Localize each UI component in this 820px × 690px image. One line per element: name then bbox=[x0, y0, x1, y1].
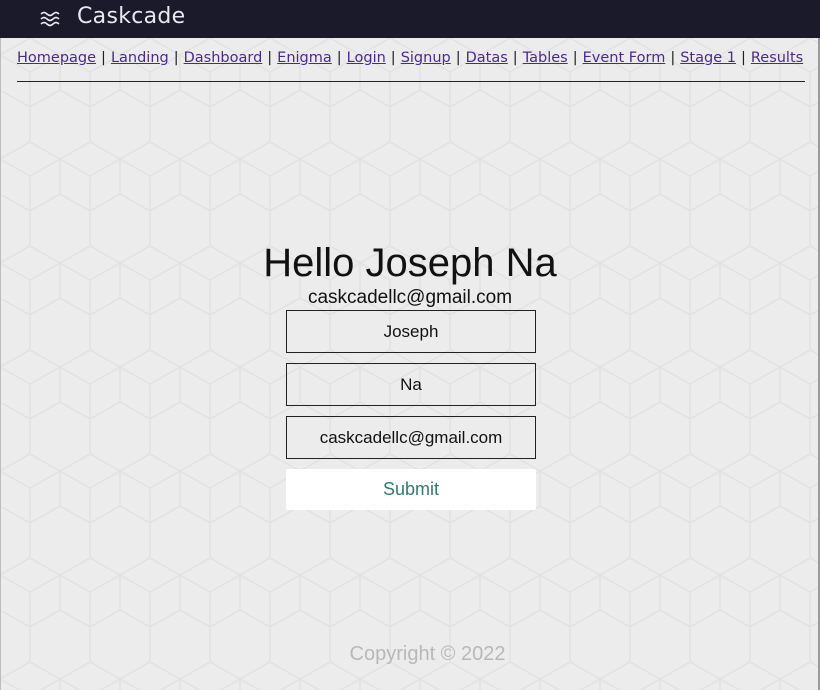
nav-link-login[interactable]: Login bbox=[347, 50, 386, 66]
nav-separator: | bbox=[670, 50, 676, 66]
nav-separator: | bbox=[267, 50, 273, 66]
nav-separator: | bbox=[740, 50, 746, 66]
greeting-heading: Hello Joseph Na bbox=[263, 241, 557, 285]
nav-divider bbox=[17, 81, 805, 82]
nav-link-datas[interactable]: Datas bbox=[466, 50, 508, 66]
nav-separator: | bbox=[101, 50, 106, 66]
nav-bar: Homepage | Landing | Dashboard | Enigma | Login |… bbox=[17, 50, 805, 66]
nav-separator: | bbox=[173, 50, 179, 66]
nav-separator: | bbox=[572, 50, 578, 66]
nav-link-tables[interactable]: Tables bbox=[523, 50, 568, 66]
email-field[interactable] bbox=[286, 416, 536, 459]
window-edge-left bbox=[0, 38, 1, 690]
user-email-text: caskcadellc@gmail.com bbox=[307, 287, 513, 308]
nav-separator: | bbox=[512, 50, 518, 66]
nav-link-landing[interactable]: Landing bbox=[111, 50, 169, 66]
first-name-field[interactable] bbox=[286, 310, 536, 353]
nav-separator: | bbox=[336, 50, 342, 66]
copyright-text: Copyright © 2022 bbox=[349, 643, 506, 665]
nav-link-homepage[interactable]: Homepage bbox=[17, 50, 96, 66]
nav-link-event-form[interactable]: Event Form bbox=[583, 50, 666, 66]
nav-link-dashboard[interactable]: Dashboard bbox=[184, 50, 263, 66]
nav-separator: | bbox=[390, 50, 396, 66]
last-name-field[interactable] bbox=[286, 363, 536, 406]
nav-link-enigma[interactable]: Enigma bbox=[277, 50, 332, 66]
nav-link-signup[interactable]: Signup bbox=[401, 50, 451, 66]
brand-name[interactable]: Caskcade bbox=[77, 4, 186, 29]
waves-icon bbox=[40, 11, 60, 27]
nav-link-results[interactable]: Results bbox=[751, 50, 803, 66]
nav-link-stage-1[interactable]: Stage 1 bbox=[680, 50, 736, 66]
nav-separator: | bbox=[455, 50, 461, 66]
top-bar: Caskcade bbox=[0, 0, 820, 38]
submit-button[interactable]: Submit bbox=[286, 469, 536, 510]
